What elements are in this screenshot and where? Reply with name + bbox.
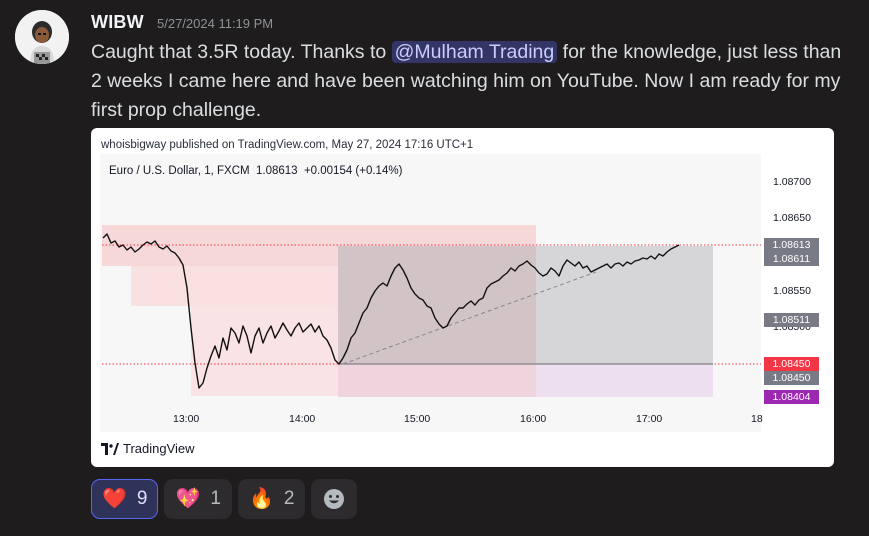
message-content: Caught that 3.5R today. Thanks to @Mulha… <box>91 38 851 125</box>
price-tick: 1.08650 <box>773 212 811 224</box>
price-tick: 1.08700 <box>773 176 811 188</box>
price-tag-entry: 1.08450 <box>764 371 819 385</box>
avatar-image <box>15 10 69 64</box>
user-mention[interactable]: @Mulham Trading <box>391 41 558 63</box>
price-tick: 1.08550 <box>773 285 811 297</box>
tradingview-brand: TradingView <box>123 441 195 456</box>
price-tag-target: 1.08611 <box>764 252 819 266</box>
timestamp[interactable]: 5/27/2024 11:19 PM <box>157 16 273 31</box>
time-tick: 13:00 <box>173 413 200 425</box>
avatar[interactable] <box>15 10 69 64</box>
tradingview-logo-icon <box>101 442 119 455</box>
reaction-fire[interactable]: 🔥 2 <box>237 479 306 519</box>
time-tick: 17:00 <box>636 413 663 425</box>
add-reaction-smiley-icon <box>324 489 345 509</box>
tradingview-logo[interactable]: TradingView <box>101 441 195 456</box>
reaction-count: 1 <box>210 488 221 509</box>
chart-image-embed[interactable]: whoisbigway published on TradingView.com… <box>91 128 834 467</box>
time-tick: 15:00 <box>404 413 431 425</box>
add-reaction-button[interactable] <box>311 479 358 519</box>
reactions-bar: ❤️ 9 💖 1 🔥 2 <box>91 479 358 519</box>
price-tag-last: 1.08613 <box>764 238 819 252</box>
fire-icon: 🔥 <box>248 488 274 510</box>
time-tick: 18 <box>751 413 763 425</box>
price-tag-mid: 1.08511 <box>764 313 819 327</box>
reaction-count: 2 <box>283 488 295 509</box>
reaction-count: 9 <box>136 488 148 509</box>
reaction-heart[interactable]: ❤️ 9 <box>91 479 159 519</box>
time-tick: 16:00 <box>520 413 547 425</box>
reaction-sparkling-heart[interactable]: 💖 1 <box>164 479 232 519</box>
message-text-before: Caught that 3.5R today. Thanks to <box>91 41 392 63</box>
price-tag-stop: 1.08404 <box>764 390 819 404</box>
red-heart-icon: ❤️ <box>102 488 127 510</box>
price-tag-entry-line: 1.08450 <box>764 357 819 371</box>
sparkling-heart-icon: 💖 <box>175 488 201 510</box>
time-tick: 14:00 <box>289 413 316 425</box>
symbol-info: Euro / U.S. Dollar, 1, FXCM 1.08613 +0.0… <box>109 165 403 177</box>
price-chart <box>100 154 828 432</box>
username[interactable]: WIBW <box>91 12 144 33</box>
